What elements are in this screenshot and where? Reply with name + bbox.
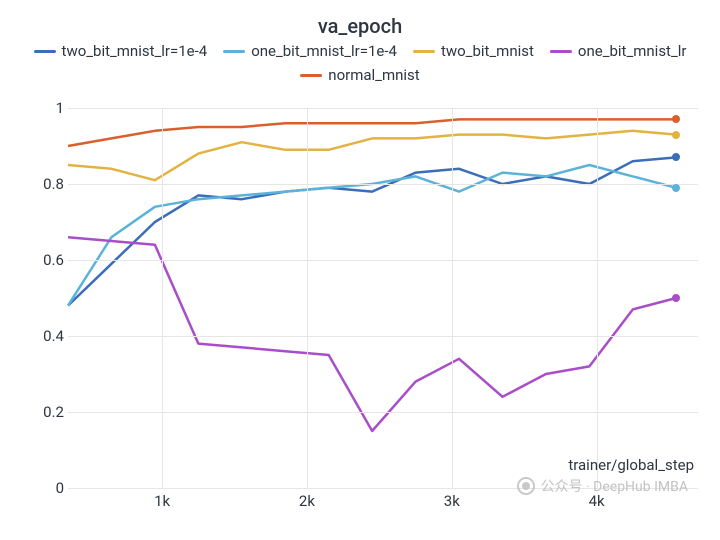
x-tick-label: 2k	[299, 492, 315, 510]
legend-item[interactable]: one_bit_mnist_lr=1e-4	[223, 42, 397, 60]
legend-item[interactable]: normal_mnist	[300, 66, 419, 84]
grid-line	[162, 108, 163, 488]
x-tick-label: 4k	[589, 492, 605, 510]
series-end-dot	[672, 294, 680, 302]
legend-swatch	[223, 50, 245, 53]
series-end-dot	[672, 131, 680, 139]
x-tick-label: 1k	[154, 492, 170, 510]
legend-label: normal_mnist	[328, 66, 419, 84]
grid-line	[68, 488, 698, 489]
series-line[interactable]	[68, 119, 676, 146]
x-tick-label: 3k	[444, 492, 460, 510]
y-tick-label: 1	[30, 99, 64, 117]
legend-label: two_bit_mnist	[441, 42, 534, 60]
legend-swatch	[550, 50, 572, 53]
x-axis-label: trainer/global_step	[568, 456, 694, 474]
y-tick-label: 0.6	[30, 251, 64, 269]
legend: two_bit_mnist_lr=1e-4 one_bit_mnist_lr=1e…	[18, 42, 702, 84]
legend-label: one_bit_mnist_lr	[578, 42, 687, 60]
y-tick-label: 0.8	[30, 175, 64, 193]
y-tick-label: 0	[30, 479, 64, 497]
series-line[interactable]	[68, 237, 676, 431]
legend-item[interactable]: two_bit_mnist	[413, 42, 534, 60]
legend-swatch	[413, 50, 435, 53]
series-end-dot	[672, 115, 680, 123]
series-line[interactable]	[68, 165, 676, 306]
plot-area	[68, 108, 698, 488]
y-tick-label: 0.4	[30, 327, 64, 345]
series-line[interactable]	[68, 131, 676, 180]
grid-line	[597, 108, 598, 488]
chart-container: va_epoch two_bit_mnist_lr=1e-4 one_bit_mn…	[8, 8, 712, 532]
series-end-dot	[672, 184, 680, 192]
series-end-dot	[672, 153, 680, 161]
legend-swatch	[34, 50, 56, 53]
legend-swatch	[300, 74, 322, 77]
legend-label: one_bit_mnist_lr=1e-4	[251, 42, 397, 60]
legend-item[interactable]: one_bit_mnist_lr	[550, 42, 687, 60]
chart-title: va_epoch	[8, 14, 712, 38]
legend-label: two_bit_mnist_lr=1e-4	[62, 42, 208, 60]
series-line[interactable]	[68, 157, 676, 305]
grid-line	[307, 108, 308, 488]
y-tick-label: 0.2	[30, 403, 64, 421]
grid-line	[452, 108, 453, 488]
legend-item[interactable]: two_bit_mnist_lr=1e-4	[34, 42, 208, 60]
